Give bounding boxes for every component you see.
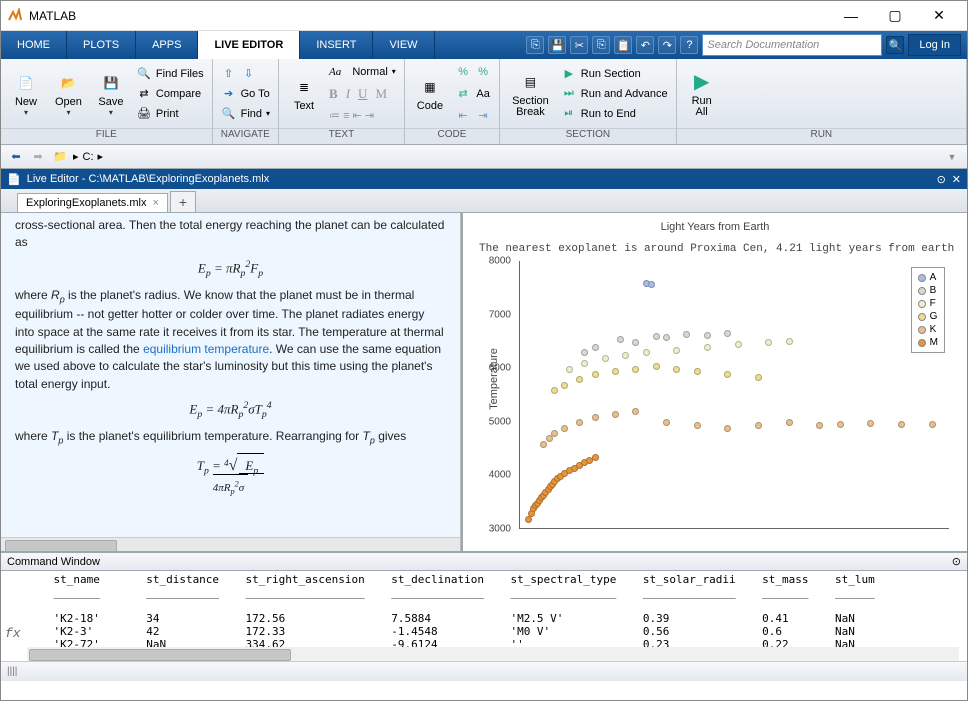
- editor-text-3: where Tp is the planet's equilibrium tem…: [15, 428, 446, 447]
- group-navigate: ⇧⇩ ➔Go To 🔍Find ▾ NAVIGATE: [213, 59, 279, 144]
- text-button[interactable]: ≣Text: [285, 62, 323, 126]
- tab-apps[interactable]: APPS: [136, 31, 198, 59]
- search-input[interactable]: Search Documentation: [702, 34, 882, 56]
- live-close-icon[interactable]: ✕: [952, 173, 961, 186]
- open-button[interactable]: 📂Open▾: [49, 62, 88, 126]
- code-mini-2[interactable]: ⇄Aa: [453, 84, 493, 104]
- format-buttons[interactable]: B I U M: [327, 84, 398, 104]
- login-button[interactable]: Log In: [908, 34, 961, 56]
- toolstrip: 📄New▾ 📂Open▾ 💾Save▾ 🔍Find Files ⇄Compare…: [1, 59, 967, 145]
- new-button[interactable]: 📄New▾: [7, 62, 45, 126]
- qat-icon-1[interactable]: ⎘: [526, 36, 544, 54]
- print-button[interactable]: 🖨Print: [134, 104, 206, 124]
- tab-insert[interactable]: INSERT: [300, 31, 373, 59]
- code-mini-3[interactable]: ⇤⇥: [453, 106, 493, 126]
- section-break-button[interactable]: ▤Section Break: [506, 62, 555, 126]
- live-editor-path: Live Editor - C:\MATLAB\ExploringExoplan…: [27, 173, 270, 185]
- file-tab-bar: ExploringExoplanets.mlx× +: [1, 189, 967, 213]
- live-editor-header: 📄 Live Editor - C:\MATLAB\ExploringExopl…: [1, 169, 967, 189]
- qat-help-icon[interactable]: ?: [680, 36, 698, 54]
- window-minimize-button[interactable]: —: [829, 2, 873, 30]
- live-options-icon[interactable]: ⊙: [937, 173, 946, 186]
- address-bar: ⬅ ➡ 📁 ▸ C: ▸ ▼: [1, 145, 967, 169]
- matlab-logo-icon: [7, 8, 23, 24]
- tab-home[interactable]: HOME: [1, 31, 67, 59]
- address-dropdown-icon[interactable]: ▼: [943, 148, 961, 166]
- run-section-button[interactable]: ▶Run Section: [559, 64, 670, 84]
- command-output-table: st_name st_distance st_right_ascension s…: [27, 573, 967, 651]
- group-run: ▶Run All RUN: [677, 59, 967, 144]
- file-tab-add[interactable]: +: [170, 191, 196, 212]
- code-button[interactable]: ▦Code: [411, 62, 449, 126]
- equation-1: Ep = πRp2Fp: [15, 258, 446, 281]
- window-maximize-button[interactable]: ▢: [873, 2, 917, 30]
- qat-copy-icon[interactable]: ⎘: [592, 36, 610, 54]
- save-button[interactable]: 💾Save▾: [92, 62, 130, 126]
- run-to-end-button[interactable]: ⏯Run to End: [559, 104, 670, 124]
- quick-access: ⎘ 💾 ✂ ⎘ 📋 ↶ ↷ ? Search Documentation 🔍 L…: [435, 31, 967, 59]
- editor-text-1: cross-sectional area. Then the total ene…: [15, 217, 446, 252]
- run-advance-button[interactable]: ⏭Run and Advance: [559, 84, 670, 104]
- group-section: ▤Section Break ▶Run Section ⏭Run and Adv…: [500, 59, 677, 144]
- nav-fwd-icon[interactable]: ➡: [29, 148, 47, 166]
- work-area: cross-sectional area. Then the total ene…: [1, 213, 967, 553]
- editor-pane[interactable]: cross-sectional area. Then the total ene…: [1, 213, 461, 551]
- goto-button[interactable]: ⇧⇩: [219, 64, 272, 84]
- run-all-button[interactable]: ▶Run All: [683, 62, 721, 126]
- group-file: 📄New▾ 📂Open▾ 💾Save▾ 🔍Find Files ⇄Compare…: [1, 59, 213, 144]
- qat-undo-icon[interactable]: ↶: [636, 36, 654, 54]
- output-pane: Light Years from Earth The nearest exopl…: [461, 213, 967, 551]
- qat-redo-icon[interactable]: ↷: [658, 36, 676, 54]
- doc-icon: 📄: [7, 173, 21, 186]
- tab-live-editor[interactable]: LIVE EDITOR: [198, 31, 300, 59]
- equation-2: Ep = 4πRp2σTp4: [15, 399, 446, 422]
- chart-ylabel: Temperature: [488, 348, 500, 410]
- code-mini-1[interactable]: %%: [453, 62, 493, 82]
- tab-view[interactable]: VIEW: [373, 31, 434, 59]
- output-message: The nearest exoplanet is around Proxima …: [463, 233, 967, 255]
- command-window[interactable]: st_name st_distance st_right_ascension s…: [1, 571, 967, 661]
- list-buttons[interactable]: ≔ ≡ ⇤ ⇥: [327, 106, 398, 126]
- window-titlebar: MATLAB — ▢ ✕: [1, 1, 967, 31]
- command-window-title: Command Window: [7, 556, 100, 568]
- tab-plots[interactable]: PLOTS: [67, 31, 136, 59]
- nav-up-icon[interactable]: 📁: [51, 148, 69, 166]
- qat-paste-icon[interactable]: 📋: [614, 36, 632, 54]
- chart-legend: ABFGKM: [911, 267, 945, 353]
- group-text: ≣Text Aa Normal ▾ B I U M ≔ ≡ ⇤ ⇥ TEXT: [279, 59, 405, 144]
- find-button[interactable]: 🔍Find ▾: [219, 104, 272, 124]
- scatter-plot: Temperature 300040005000600070008000 ABF…: [475, 261, 955, 529]
- file-tab-active[interactable]: ExploringExoplanets.mlx×: [17, 193, 168, 212]
- chart-xlabel: Light Years from Earth: [463, 221, 967, 233]
- compare-button[interactable]: ⇄Compare: [134, 84, 206, 104]
- window-close-button[interactable]: ✕: [917, 2, 961, 30]
- command-window-header: Command Window ⊙: [1, 553, 967, 571]
- path-sep2: ▸: [98, 150, 104, 163]
- fx-prompt-icon[interactable]: fx: [5, 626, 21, 641]
- qat-save-icon[interactable]: 💾: [548, 36, 566, 54]
- command-window-options-icon[interactable]: ⊙: [952, 555, 961, 568]
- editor-text-2: where Rp is the planet's radius. We know…: [15, 287, 446, 393]
- equation-3: Tp = 4Ep4πRp2σ: [15, 454, 446, 499]
- style-dropdown[interactable]: Aa Normal ▾: [327, 62, 398, 82]
- qat-cut-icon[interactable]: ✂: [570, 36, 588, 54]
- file-tab-close-icon[interactable]: ×: [152, 197, 158, 209]
- status-bar: ||||: [1, 661, 967, 681]
- app-tab-row: HOME PLOTS APPS LIVE EDITOR INSERT VIEW …: [1, 31, 967, 59]
- window-title: MATLAB: [29, 9, 829, 23]
- group-code: ▦Code %% ⇄Aa ⇤⇥ CODE: [405, 59, 500, 144]
- equilibrium-temp-link[interactable]: equilibrium temperature: [143, 342, 269, 356]
- path-sep1: ▸: [73, 150, 79, 163]
- find-files-button[interactable]: 🔍Find Files: [134, 64, 206, 84]
- goto-dropdown[interactable]: ➔Go To: [219, 84, 272, 104]
- nav-back-icon[interactable]: ⬅: [7, 148, 25, 166]
- command-hscroll[interactable]: [27, 647, 959, 661]
- search-button[interactable]: 🔍: [886, 36, 904, 54]
- path-drive[interactable]: C:: [83, 151, 94, 163]
- editor-hscroll[interactable]: [1, 537, 460, 551]
